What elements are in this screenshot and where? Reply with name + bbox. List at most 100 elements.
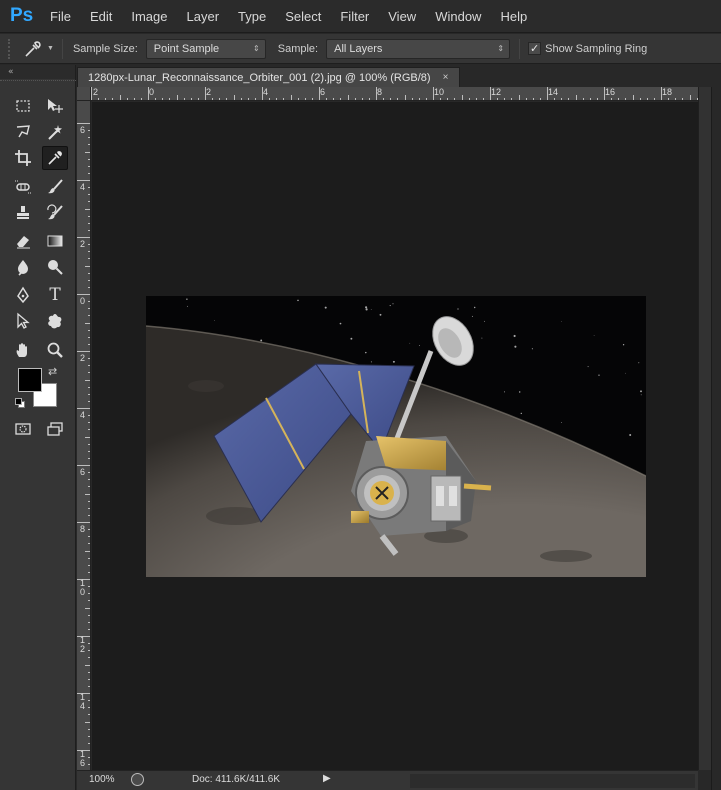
menu-help[interactable]: Help bbox=[500, 9, 527, 24]
ruler-label: 1 0 bbox=[80, 578, 86, 597]
clone-stamp-tool[interactable] bbox=[10, 201, 36, 225]
rectangular-marquee-tool[interactable] bbox=[10, 94, 36, 118]
menu-bar: Ps File Edit Image Layer Type Select Fil… bbox=[0, 0, 721, 33]
show-sampling-ring-label: Show Sampling Ring bbox=[545, 42, 648, 55]
toolbox-grip[interactable] bbox=[0, 79, 76, 81]
crop-tool[interactable] bbox=[10, 146, 36, 170]
menu-layer[interactable]: Layer bbox=[187, 9, 220, 24]
history-brush-tool[interactable] bbox=[42, 201, 68, 225]
ruler-label: 8 bbox=[80, 524, 86, 534]
path-selection-tool[interactable] bbox=[10, 309, 36, 333]
eyedropper-icon bbox=[48, 151, 62, 165]
document-tab-bar: 1280px-Lunar_Reconnaissance_Orbiter_001 … bbox=[77, 65, 721, 87]
collapse-icon: « bbox=[8, 67, 14, 77]
ruler-label: 2 bbox=[206, 87, 212, 97]
toolbox-collapse[interactable]: « bbox=[0, 65, 75, 79]
ruler-label: 6 bbox=[320, 87, 326, 97]
menu-image[interactable]: Image bbox=[131, 9, 167, 24]
zoom-icon bbox=[47, 342, 63, 358]
tool-preset-picker[interactable]: ▼ bbox=[24, 40, 54, 58]
status-bar: 100% Doc: 411.6K/411.6K ▶ bbox=[77, 770, 698, 790]
zoom-level[interactable]: 100% bbox=[89, 774, 115, 785]
ruler-label: 10 bbox=[434, 87, 445, 97]
menu-edit[interactable]: Edit bbox=[90, 9, 112, 24]
hand-tool[interactable] bbox=[10, 338, 36, 362]
ruler-ticks bbox=[77, 123, 90, 765]
options-separator bbox=[519, 38, 521, 59]
options-bar: ▼ Sample Size: Point Sample ⇕ Sample: Al… bbox=[0, 34, 721, 64]
ruler-label: 6 bbox=[80, 467, 86, 477]
path-selection-icon bbox=[17, 312, 30, 329]
blur-icon bbox=[18, 260, 28, 276]
document-image[interactable] bbox=[146, 296, 646, 577]
pen-tool[interactable] bbox=[10, 283, 36, 307]
spot-healing-icon bbox=[15, 180, 31, 194]
menu-select[interactable]: Select bbox=[285, 9, 321, 24]
lasso-tool[interactable] bbox=[10, 120, 36, 144]
ruler-label: 18 bbox=[662, 87, 673, 97]
ruler-origin[interactable] bbox=[77, 87, 91, 101]
ruler-label: 0 bbox=[80, 296, 86, 306]
ruler-label: 1 6 bbox=[80, 749, 86, 768]
screen-mode-icon bbox=[47, 422, 63, 436]
sample-size-select[interactable]: Point Sample ⇕ bbox=[145, 38, 266, 59]
menu-filter[interactable]: Filter bbox=[340, 9, 369, 24]
menu-view[interactable]: View bbox=[388, 9, 416, 24]
checkmark-icon: ✓ bbox=[530, 43, 540, 55]
eraser-tool[interactable] bbox=[10, 229, 36, 253]
chevron-down-icon: ▼ bbox=[47, 45, 54, 52]
move-icon bbox=[48, 99, 63, 113]
options-separator bbox=[61, 38, 63, 59]
quick-mask-button[interactable] bbox=[10, 417, 36, 441]
show-sampling-ring-checkbox[interactable]: ✓ bbox=[528, 42, 542, 55]
sample-size-value: Point Sample bbox=[153, 42, 220, 55]
type-tool[interactable]: T bbox=[42, 283, 68, 307]
doc-info[interactable]: Doc: 411.6K/411.6K bbox=[192, 774, 280, 785]
rectangular-marquee-icon bbox=[16, 100, 30, 112]
gradient-tool[interactable] bbox=[42, 229, 68, 253]
hand-icon bbox=[16, 343, 27, 357]
sample-select[interactable]: All Layers ⇕ bbox=[326, 38, 511, 59]
lasso-icon bbox=[16, 125, 30, 138]
close-icon[interactable]: × bbox=[443, 72, 449, 83]
magic-wand-icon bbox=[48, 125, 62, 140]
brush-icon bbox=[48, 179, 63, 194]
zoom-tool[interactable] bbox=[42, 338, 68, 362]
swap-colors-icon[interactable]: ⇄ bbox=[48, 365, 57, 378]
vertical-ruler[interactable]: 6 4 2 0 2 4 6 8 1 0 1 2 1 4 1 6 bbox=[77, 101, 91, 770]
dodge-icon bbox=[48, 260, 63, 275]
vertical-scrollbar[interactable] bbox=[698, 87, 711, 770]
eyedropper-tool[interactable] bbox=[42, 146, 68, 170]
type-icon: T bbox=[49, 285, 61, 305]
brush-tool[interactable] bbox=[42, 175, 68, 199]
move-tool[interactable] bbox=[42, 94, 68, 118]
ruler-label: 1 4 bbox=[80, 692, 86, 711]
default-colors-icon[interactable] bbox=[15, 398, 25, 408]
options-grip[interactable] bbox=[8, 38, 12, 59]
ruler-label: 1 2 bbox=[80, 635, 86, 654]
magic-wand-tool[interactable] bbox=[42, 120, 68, 144]
sample-value: All Layers bbox=[334, 42, 383, 55]
menu-type[interactable]: Type bbox=[238, 9, 266, 24]
export-status-icon[interactable] bbox=[131, 773, 144, 786]
blur-tool[interactable] bbox=[10, 255, 36, 279]
ruler-label: 2 bbox=[93, 87, 99, 97]
spot-healing-tool[interactable] bbox=[10, 175, 36, 199]
menu-file[interactable]: File bbox=[50, 9, 71, 24]
document-tab[interactable]: 1280px-Lunar_Reconnaissance_Orbiter_001 … bbox=[77, 67, 460, 87]
foreground-color-swatch[interactable] bbox=[18, 368, 42, 392]
ruler-label: 2 bbox=[80, 353, 86, 363]
screen-mode-button[interactable] bbox=[42, 417, 68, 441]
ruler-label: 8 bbox=[377, 87, 383, 97]
crop-icon bbox=[15, 150, 31, 166]
horizontal-ruler[interactable]: 2 0 2 4 6 8 10 12 14 16 18 bbox=[91, 87, 698, 101]
menu-window[interactable]: Window bbox=[435, 9, 481, 24]
canvas-area[interactable] bbox=[92, 102, 698, 770]
status-menu-arrow-icon[interactable]: ▶ bbox=[323, 773, 331, 784]
custom-shape-tool[interactable] bbox=[42, 309, 68, 333]
horizontal-scrollbar[interactable] bbox=[410, 774, 695, 788]
custom-shape-icon bbox=[48, 314, 62, 329]
updown-arrows-icon: ⇕ bbox=[497, 43, 505, 53]
ruler-label: 12 bbox=[491, 87, 502, 97]
dodge-tool[interactable] bbox=[42, 255, 68, 279]
